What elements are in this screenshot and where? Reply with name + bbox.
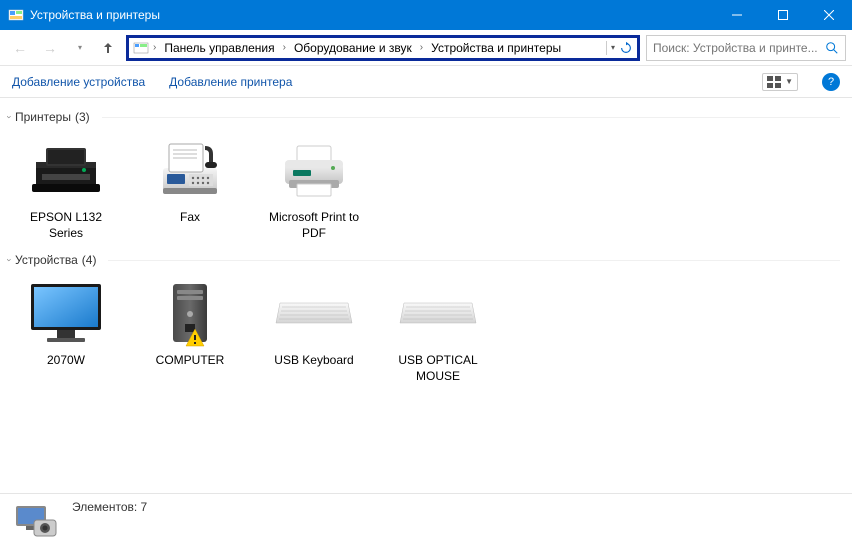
search-icon[interactable] xyxy=(825,41,839,55)
minimize-button[interactable] xyxy=(714,0,760,30)
nav-up-button[interactable] xyxy=(96,36,120,60)
search-input[interactable] xyxy=(653,41,825,55)
device-label: USB OPTICAL MOUSE xyxy=(388,353,488,384)
printer-icon xyxy=(274,134,354,206)
nav-back-button[interactable]: ← xyxy=(6,34,34,62)
device-item-keyboard[interactable]: USB Keyboard xyxy=(260,273,368,388)
maximize-button[interactable] xyxy=(760,0,806,30)
warning-badge-icon xyxy=(184,327,206,349)
device-item-monitor[interactable]: 2070W xyxy=(12,273,120,388)
breadcrumb-seg-1[interactable]: Панель управления xyxy=(160,39,278,57)
window-buttons xyxy=(714,0,852,30)
status-elements-count: 7 xyxy=(141,500,148,514)
fax-icon xyxy=(150,134,230,206)
group-label: Устройства xyxy=(15,253,78,267)
chevron-down-icon: › xyxy=(5,259,15,262)
breadcrumb-seg-3[interactable]: Устройства и принтеры xyxy=(427,39,565,57)
titlebar: Устройства и принтеры xyxy=(0,0,852,30)
window-title: Устройства и принтеры xyxy=(30,8,714,22)
group-label: Принтеры xyxy=(15,110,71,124)
search-box[interactable] xyxy=(646,35,846,61)
control-panel-icon xyxy=(8,7,24,23)
chevron-right-icon: › xyxy=(418,42,425,53)
chevron-right-icon: › xyxy=(151,42,158,53)
device-item-computer[interactable]: COMPUTER xyxy=(136,273,244,388)
keyboard-icon xyxy=(398,277,478,349)
group-header-devices[interactable]: › Устройства (4) xyxy=(0,245,852,273)
address-dropdown-button[interactable]: ▾ xyxy=(611,43,615,52)
view-options-button[interactable]: ▼ xyxy=(762,73,798,91)
status-bar: Элементов: 7 xyxy=(0,493,852,549)
group-header-printers[interactable]: › Принтеры (3) xyxy=(0,102,852,130)
content-area: › Принтеры (3) EPSON L132 Series xyxy=(0,98,852,492)
add-printer-button[interactable]: Добавление принтера xyxy=(169,75,292,89)
device-label: Microsoft Print to PDF xyxy=(264,210,364,241)
chevron-down-icon: › xyxy=(5,116,15,119)
printer-icon xyxy=(26,134,106,206)
device-item-epson[interactable]: EPSON L132 Series xyxy=(12,130,120,245)
address-bar[interactable]: › Панель управления › Оборудование и зву… xyxy=(126,35,640,61)
devices-summary-icon xyxy=(12,501,60,543)
keyboard-icon xyxy=(274,277,354,349)
device-label: USB Keyboard xyxy=(274,353,353,369)
monitor-icon xyxy=(26,277,106,349)
nav-history-dropdown[interactable]: ▾ xyxy=(66,34,94,62)
breadcrumb-seg-2[interactable]: Оборудование и звук xyxy=(290,39,416,57)
navigation-bar: ← → ▾ › Панель управления › Оборудование… xyxy=(0,30,852,66)
device-item-fax[interactable]: Fax xyxy=(136,130,244,245)
device-item-ms-pdf[interactable]: Microsoft Print to PDF xyxy=(260,130,368,245)
device-item-mouse[interactable]: USB OPTICAL MOUSE xyxy=(384,273,492,388)
command-bar: Добавление устройства Добавление принтер… xyxy=(0,66,852,98)
address-bar-icon xyxy=(133,40,149,56)
group-count: (3) xyxy=(75,110,90,124)
device-label: 2070W xyxy=(47,353,85,369)
device-label: EPSON L132 Series xyxy=(16,210,116,241)
add-device-button[interactable]: Добавление устройства xyxy=(12,75,145,89)
devices-items: 2070W COMPUTER xyxy=(0,273,852,388)
refresh-button[interactable] xyxy=(619,41,633,55)
printers-items: EPSON L132 Series Fax xyxy=(0,130,852,245)
group-count: (4) xyxy=(82,253,97,267)
device-label: Fax xyxy=(180,210,200,226)
help-button[interactable]: ? xyxy=(822,73,840,91)
computer-tower-icon xyxy=(150,277,230,349)
chevron-right-icon: › xyxy=(281,42,288,53)
nav-forward-button[interactable]: → xyxy=(36,34,64,62)
status-elements-label: Элементов: xyxy=(72,500,137,514)
close-button[interactable] xyxy=(806,0,852,30)
device-label: COMPUTER xyxy=(156,353,225,369)
